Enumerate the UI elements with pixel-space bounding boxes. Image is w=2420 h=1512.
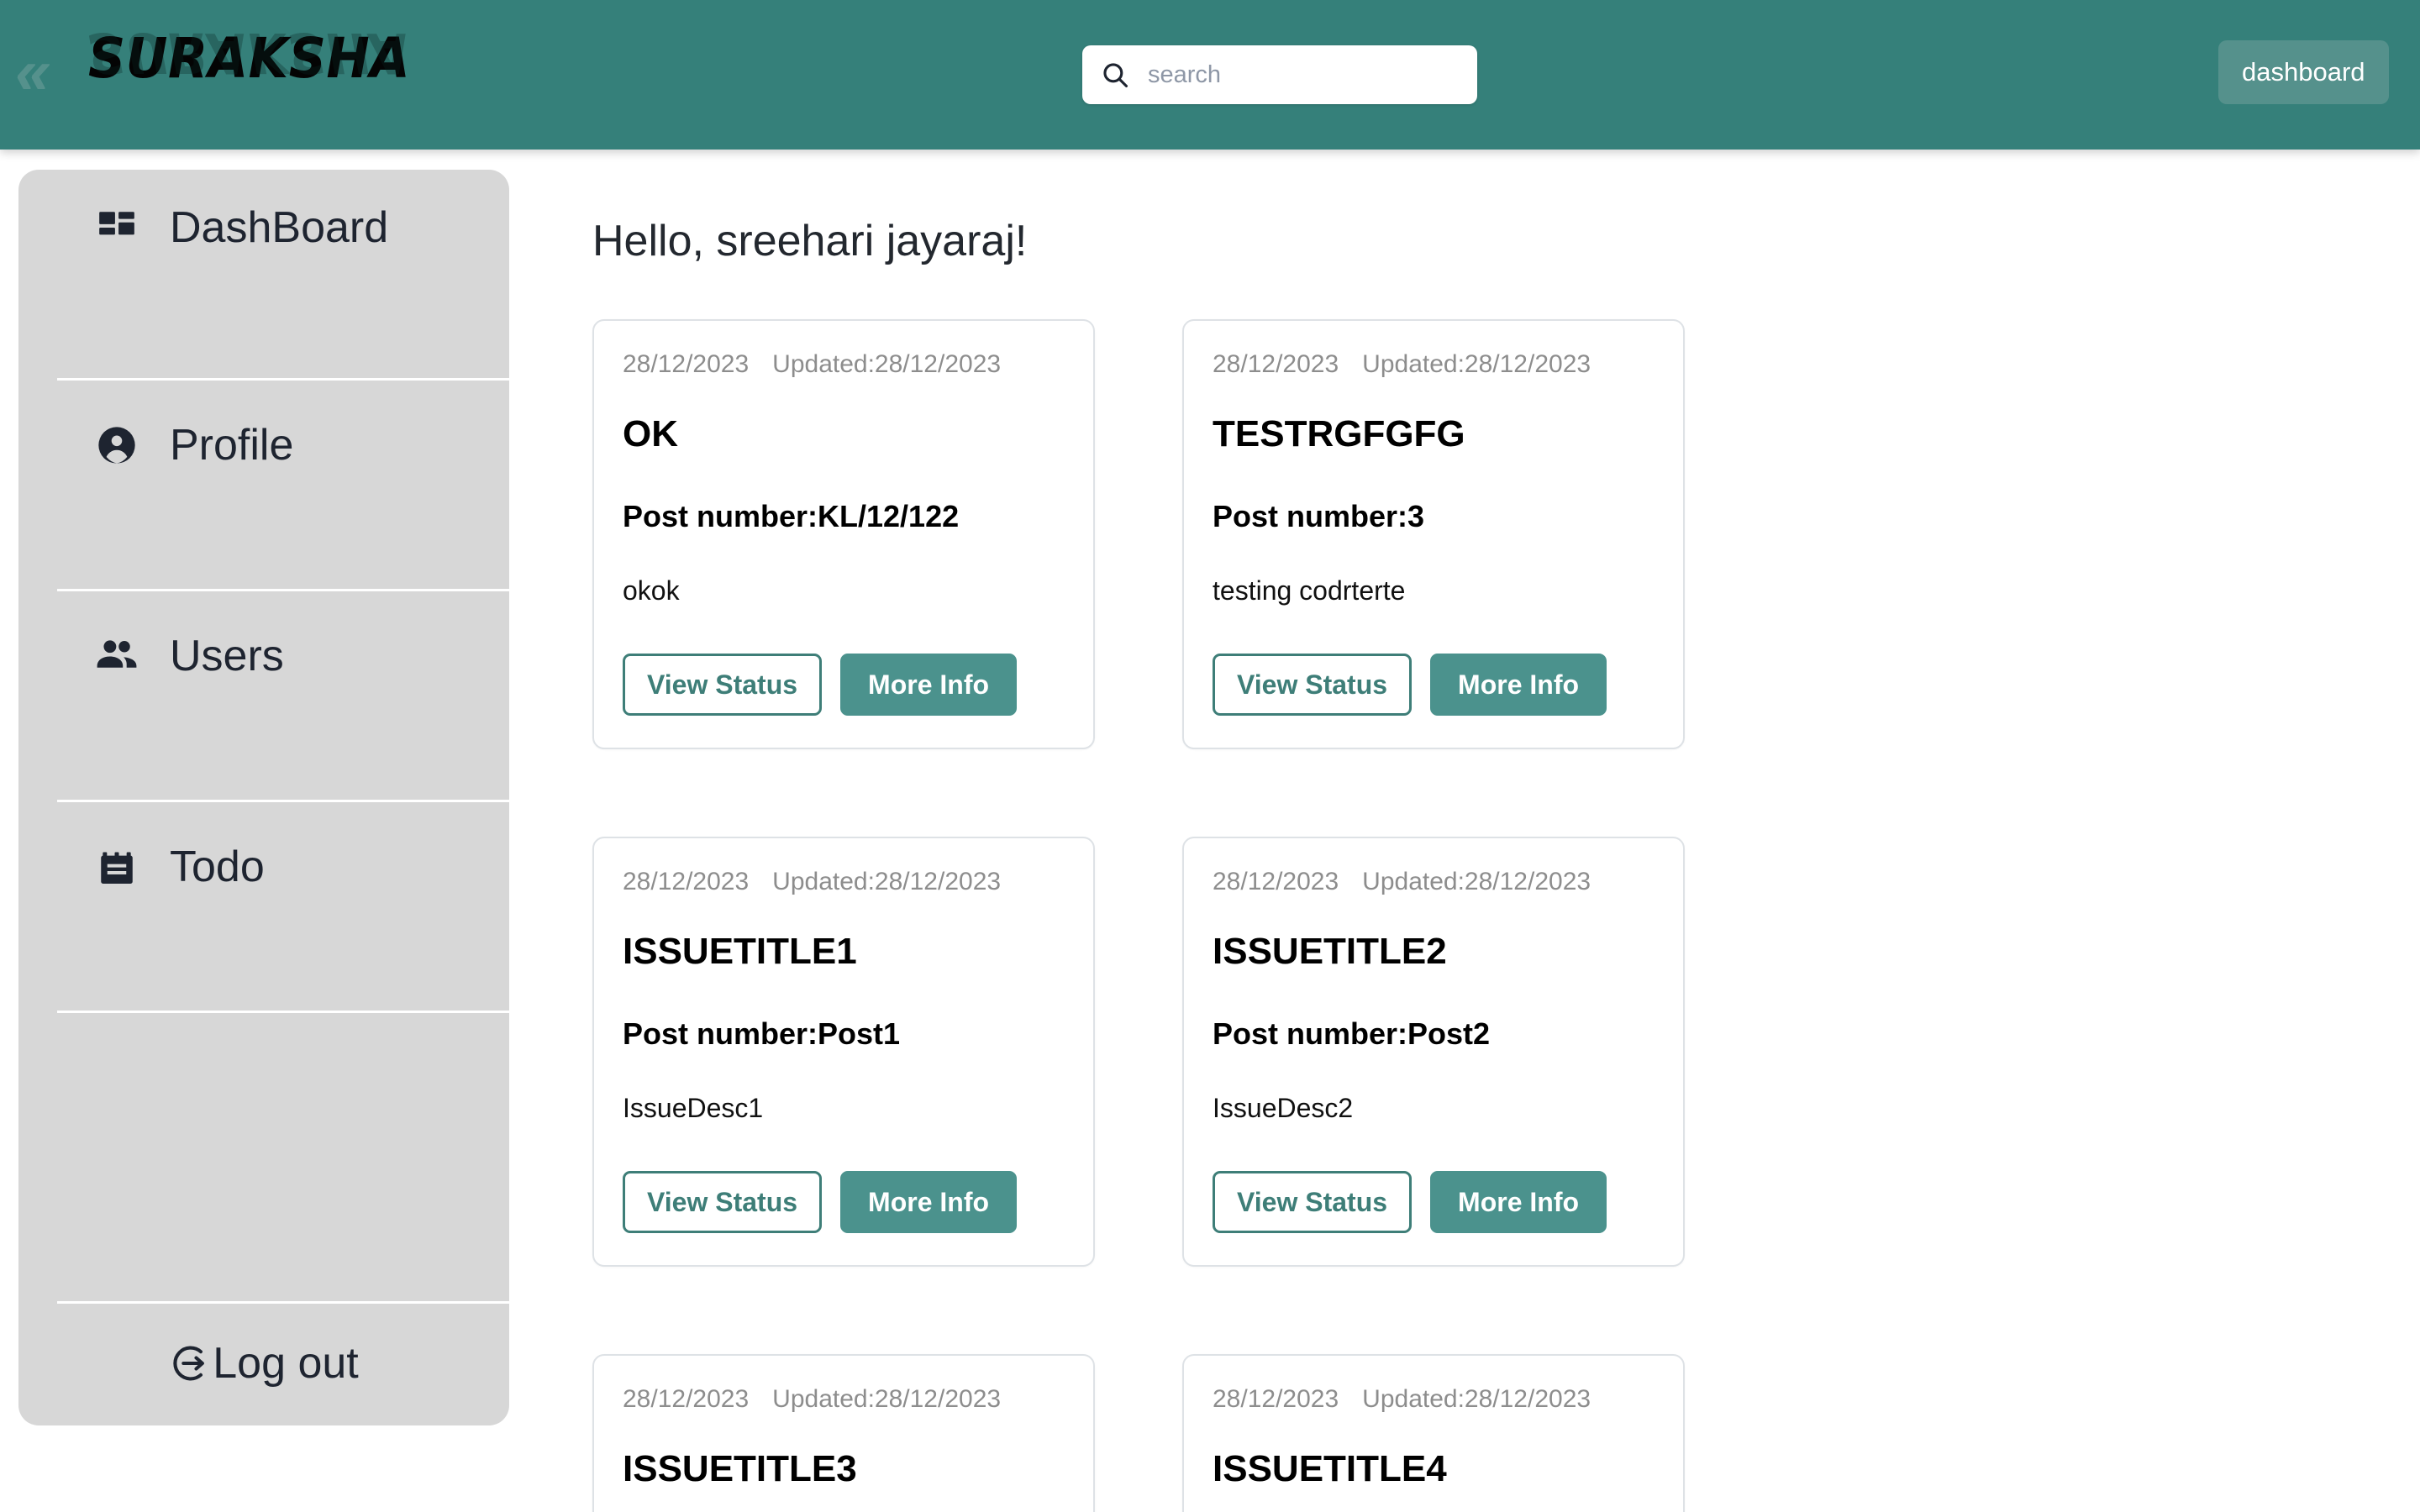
issue-card[interactable]: 28/12/2023 Updated:28/12/2023 ISSUETITLE… (592, 837, 1095, 1267)
card-created-date: 28/12/2023 (1213, 1385, 1339, 1413)
app-header: « SURAKSHA SURAKSHA dashboard (0, 0, 2420, 150)
search-bar[interactable] (1082, 45, 1477, 104)
sidebar-item-label: Todo (170, 843, 265, 891)
issue-card-grid: 28/12/2023 Updated:28/12/2023 OK Post nu… (592, 319, 1769, 1512)
card-updated-date: Updated:28/12/2023 (772, 868, 1002, 895)
card-date-row: 28/12/2023 Updated:28/12/2023 (1213, 349, 1655, 380)
search-icon (1101, 60, 1129, 89)
sidebar-item-label: DashBoard (170, 203, 389, 252)
card-title: ISSUETITLE1 (623, 931, 857, 972)
card-post-number: Post number:Post2 (1213, 1016, 1491, 1051)
card-description: IssueDesc2 (1213, 1093, 1354, 1123)
card-created-date: 28/12/2023 (623, 350, 750, 378)
main-content: Hello, sreehari jayaraj! 28/12/2023 Upda… (509, 150, 2420, 1512)
card-title: ISSUETITLE4 (1213, 1448, 1447, 1489)
sidebar-item-users[interactable]: Users (18, 591, 509, 802)
card-date-row: 28/12/2023 Updated:28/12/2023 (1213, 1384, 1655, 1415)
card-created-date: 28/12/2023 (623, 1385, 750, 1413)
card-actions: View Status More Info (623, 654, 1065, 716)
card-actions: View Status More Info (1213, 654, 1655, 716)
dashboard-grid-icon (91, 202, 143, 254)
sidebar-divider (57, 1011, 509, 1013)
issue-card[interactable]: 28/12/2023 Updated:28/12/2023 TESTRGFGFG… (1182, 319, 1685, 749)
more-info-button[interactable]: More Info (1430, 654, 1607, 716)
view-status-button[interactable]: View Status (1213, 1171, 1413, 1233)
card-created-date: 28/12/2023 (1213, 868, 1339, 895)
dashboard-button[interactable]: dashboard (2218, 40, 2389, 104)
people-group-icon (91, 630, 143, 682)
search-input[interactable] (1148, 60, 1459, 89)
double-chevron-icon: « (15, 36, 50, 108)
card-date-row: 28/12/2023 Updated:28/12/2023 (1213, 867, 1655, 897)
card-created-date: 28/12/2023 (1213, 350, 1339, 378)
card-post-number: Post number:KL/12/122 (623, 499, 960, 533)
card-description: okok (623, 575, 680, 606)
card-title: OK (623, 413, 678, 454)
card-updated-date: Updated:28/12/2023 (1362, 1385, 1591, 1413)
card-updated-date: Updated:28/12/2023 (772, 1385, 1002, 1413)
greeting-title: Hello, sreehari jayaraj! (592, 217, 1028, 265)
sidebar-item-dashboard[interactable]: DashBoard (18, 170, 509, 381)
sidebar-item-todo[interactable]: Todo (18, 802, 509, 1013)
view-status-button[interactable]: View Status (623, 654, 823, 716)
issue-card[interactable]: 28/12/2023 Updated:28/12/2023 ISSUETITLE… (1182, 1354, 1685, 1512)
card-updated-date: Updated:28/12/2023 (1362, 868, 1591, 895)
card-date-row: 28/12/2023 Updated:28/12/2023 (623, 1384, 1065, 1415)
more-info-button[interactable]: More Info (1430, 1171, 1607, 1233)
card-title: TESTRGFGFG (1213, 413, 1465, 454)
card-updated-date: Updated:28/12/2023 (772, 350, 1002, 378)
more-info-button[interactable]: More Info (840, 1171, 1018, 1233)
card-post-number: Post number:Post1 (623, 1016, 901, 1051)
logout-label: Log out (213, 1339, 359, 1388)
sidebar-item-profile[interactable]: Profile (18, 381, 509, 591)
sidebar-item-label: Users (170, 632, 284, 680)
clipboard-notes-icon (91, 841, 143, 893)
issue-card[interactable]: 28/12/2023 Updated:28/12/2023 OK Post nu… (592, 319, 1095, 749)
logout-arrow-icon (169, 1341, 213, 1385)
card-title: ISSUETITLE2 (1213, 931, 1447, 972)
issue-card[interactable]: 28/12/2023 Updated:28/12/2023 ISSUETITLE… (1182, 837, 1685, 1267)
card-date-row: 28/12/2023 Updated:28/12/2023 (623, 867, 1065, 897)
card-title: ISSUETITLE3 (623, 1448, 857, 1489)
card-updated-date: Updated:28/12/2023 (1362, 350, 1591, 378)
logo-wordmark-reflection: SURAKSHA (88, 20, 411, 85)
more-info-button[interactable]: More Info (840, 654, 1018, 716)
sidebar-item-label: Profile (170, 421, 294, 470)
app-logo[interactable]: « SURAKSHA SURAKSHA (8, 18, 410, 144)
logout-button[interactable]: Log out (18, 1301, 509, 1425)
card-post-number: Post number:3 (1213, 499, 1425, 533)
card-description: testing codrterte (1213, 575, 1406, 606)
card-created-date: 28/12/2023 (623, 868, 750, 895)
card-actions: View Status More Info (1213, 1171, 1655, 1233)
card-description: IssueDesc1 (623, 1093, 764, 1123)
sidebar-divider (57, 1301, 509, 1304)
view-status-button[interactable]: View Status (1213, 654, 1413, 716)
card-date-row: 28/12/2023 Updated:28/12/2023 (623, 349, 1065, 380)
person-circle-icon (91, 419, 143, 471)
sidebar-nav-list: DashBoard Profile Users Todo (18, 170, 509, 1013)
view-status-button[interactable]: View Status (623, 1171, 823, 1233)
sidebar: DashBoard Profile Users Todo Log out (18, 170, 509, 1425)
card-actions: View Status More Info (623, 1171, 1065, 1233)
issue-card[interactable]: 28/12/2023 Updated:28/12/2023 ISSUETITLE… (592, 1354, 1095, 1512)
